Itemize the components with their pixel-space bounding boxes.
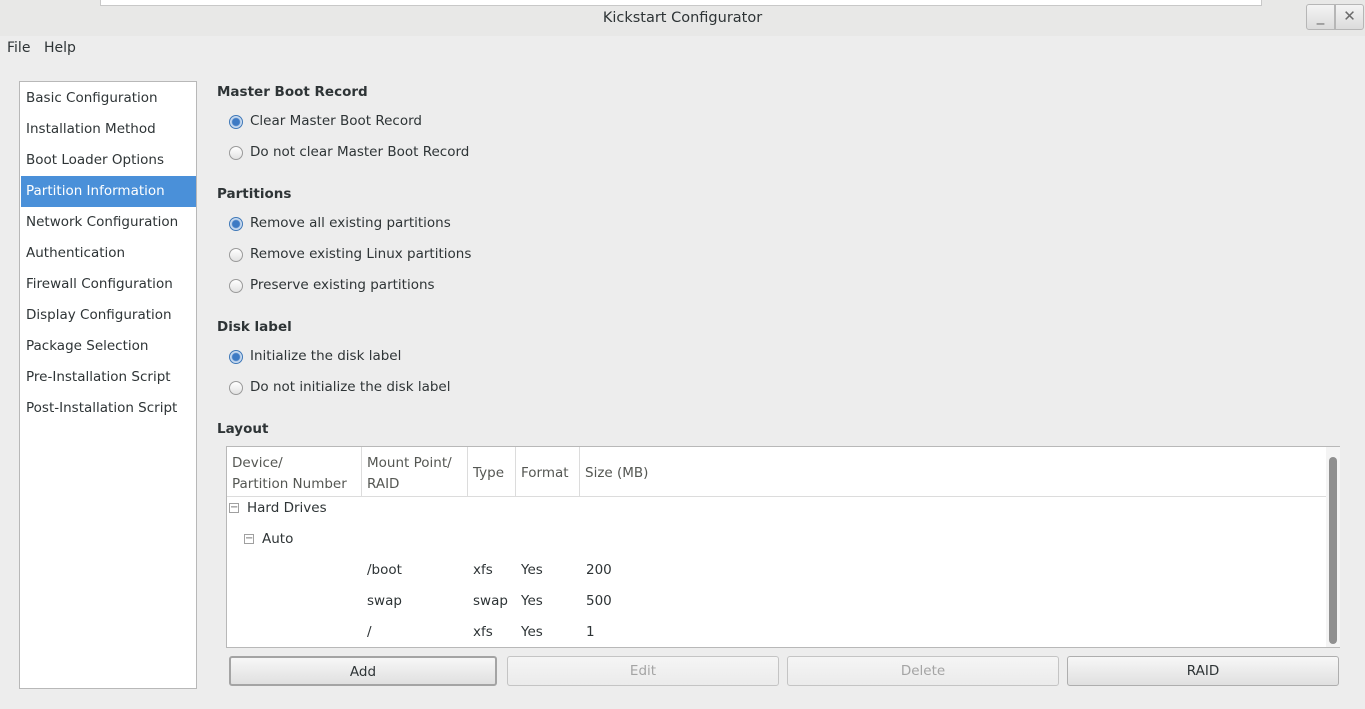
delete-button[interactable]: Delete (787, 656, 1059, 686)
radio-label[interactable]: Initialize the disk label (250, 348, 401, 364)
column-header-size[interactable]: Size (MB) (580, 447, 1326, 497)
sidebar-item-partition-information[interactable]: Partition Information (21, 176, 196, 207)
close-icon: ✕ (1343, 7, 1356, 25)
collapse-icon[interactable]: − (229, 503, 239, 513)
radio-checked-icon[interactable] (229, 350, 243, 364)
tree-node-auto[interactable]: Auto (262, 531, 293, 547)
sidebar-item-firewall-configuration[interactable]: Firewall Configuration (21, 269, 196, 300)
window-title: Kickstart Configurator (602, 10, 763, 26)
cell-format: Yes (521, 593, 543, 609)
disklabel-section-title: Disk label (217, 319, 292, 335)
sidebar-item-pre-installation-script[interactable]: Pre-Installation Script (21, 362, 196, 393)
menu-help[interactable]: Help (44, 40, 76, 56)
sidebar-item-boot-loader-options[interactable]: Boot Loader Options (21, 145, 196, 176)
column-header-type[interactable]: Type (468, 447, 516, 497)
minimize-icon: _ (1316, 7, 1325, 25)
cell-size: 200 (586, 562, 612, 578)
cell-size: 500 (586, 593, 612, 609)
radio-label[interactable]: Preserve existing partitions (250, 277, 435, 293)
cell-mount-point: / (367, 624, 372, 640)
cell-type: xfs (473, 562, 493, 578)
add-button[interactable]: Add (229, 656, 497, 686)
radio-label[interactable]: Do not initialize the disk label (250, 379, 450, 395)
sidebar-item-network-configuration[interactable]: Network Configuration (21, 207, 196, 238)
cell-mount-point: swap (367, 593, 402, 609)
cell-type: swap (473, 593, 508, 609)
radio-unchecked-icon[interactable] (229, 248, 243, 262)
sidebar-item-installation-method[interactable]: Installation Method (21, 114, 196, 145)
mbr-section-title: Master Boot Record (217, 84, 368, 100)
column-header-device[interactable]: Device/ Partition Number (227, 447, 362, 497)
scrollbar-thumb[interactable] (1329, 457, 1337, 644)
radio-label[interactable]: Do not clear Master Boot Record (250, 144, 469, 160)
cell-mount-point: /boot (367, 562, 402, 578)
partition-layout-tree[interactable]: Device/ Partition Number Mount Point/ RA… (226, 446, 1340, 648)
column-header-mount-point[interactable]: Mount Point/ RAID (362, 447, 468, 497)
sidebar: Basic Configuration Installation Method … (19, 81, 197, 689)
radio-unchecked-icon[interactable] (229, 279, 243, 293)
radio-label[interactable]: Remove all existing partitions (250, 215, 451, 231)
sidebar-item-authentication[interactable]: Authentication (21, 238, 196, 269)
radio-checked-icon[interactable] (229, 217, 243, 231)
edit-button[interactable]: Edit (507, 656, 779, 686)
sidebar-item-basic-configuration[interactable]: Basic Configuration (21, 83, 196, 114)
column-header-format[interactable]: Format (516, 447, 580, 497)
tree-node-hard-drives[interactable]: Hard Drives (247, 500, 327, 516)
layout-section-title: Layout (217, 421, 269, 437)
menu-file[interactable]: File (7, 40, 30, 56)
menu-bar: File Help (0, 36, 1365, 62)
radio-unchecked-icon[interactable] (229, 381, 243, 395)
header-divider (227, 496, 1327, 497)
radio-label[interactable]: Remove existing Linux partitions (250, 246, 471, 262)
title-bar: Kickstart Configurator _ ✕ (0, 0, 1365, 36)
radio-unchecked-icon[interactable] (229, 146, 243, 160)
cell-size: 1 (586, 624, 595, 640)
close-button[interactable]: ✕ (1335, 4, 1364, 30)
sidebar-item-package-selection[interactable]: Package Selection (21, 331, 196, 362)
background-window-strip (100, 0, 1262, 6)
partitions-section-title: Partitions (217, 186, 292, 202)
radio-checked-icon[interactable] (229, 115, 243, 129)
cell-format: Yes (521, 562, 543, 578)
sidebar-item-post-installation-script[interactable]: Post-Installation Script (21, 393, 196, 424)
radio-label[interactable]: Clear Master Boot Record (250, 113, 422, 129)
collapse-icon[interactable]: − (244, 534, 254, 544)
minimize-button[interactable]: _ (1306, 4, 1335, 30)
cell-format: Yes (521, 624, 543, 640)
raid-button[interactable]: RAID (1067, 656, 1339, 686)
sidebar-item-display-configuration[interactable]: Display Configuration (21, 300, 196, 331)
cell-type: xfs (473, 624, 493, 640)
